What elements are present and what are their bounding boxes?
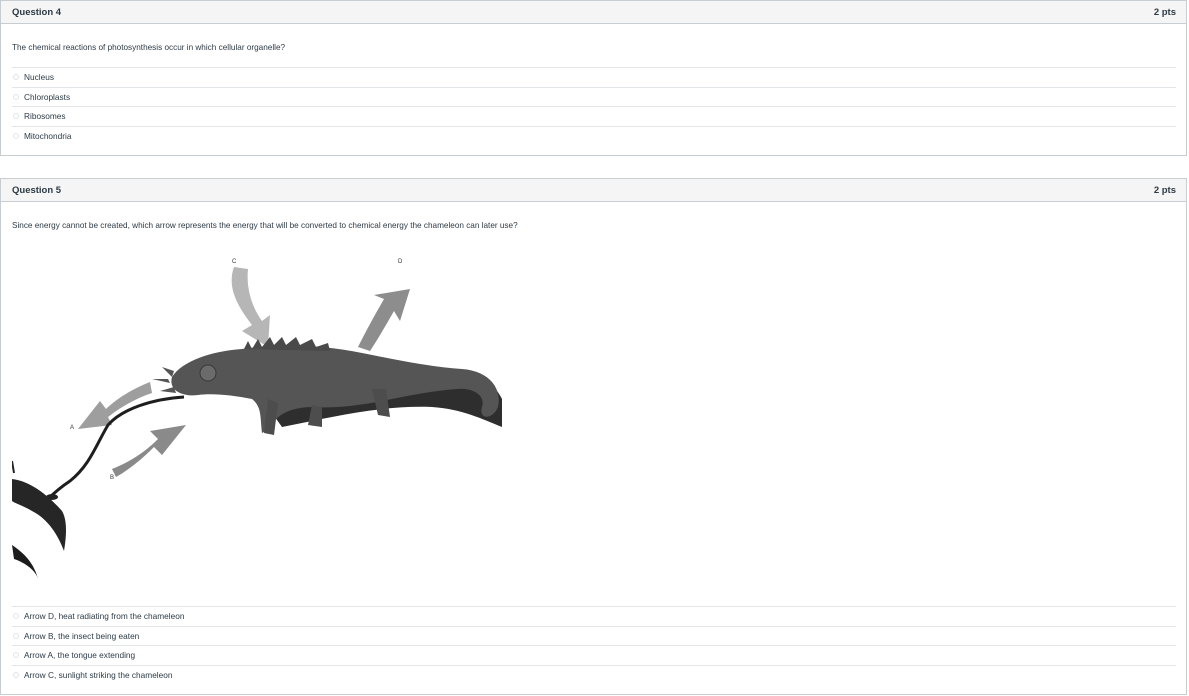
answer-option-arrow-a[interactable]: Arrow A, the tongue extending xyxy=(12,645,1176,665)
answer-label: Mitochondria xyxy=(24,130,72,141)
answer-label: Nucleus xyxy=(24,72,54,83)
arrow-b-icon xyxy=(112,425,186,477)
answer-option-nucleus[interactable]: Nucleus xyxy=(12,67,1176,87)
chameleon-eye xyxy=(199,364,217,382)
radio-button[interactable] xyxy=(13,632,19,639)
answer-label: Arrow D, heat radiating from the chamele… xyxy=(24,611,185,622)
answer-option-arrow-d[interactable]: Arrow D, heat radiating from the chamele… xyxy=(12,606,1176,626)
chameleon-body xyxy=(171,345,499,433)
question-points: 2 pts xyxy=(1153,184,1176,196)
question-text: Since energy cannot be created, which ar… xyxy=(12,221,518,230)
answer-label: Ribosomes xyxy=(24,111,66,122)
question-header: Question 4 2 pts xyxy=(1,1,1186,24)
chameleon-energy-figure: C D A B xyxy=(11,249,512,599)
radio-button[interactable] xyxy=(13,132,19,139)
leaf-shape xyxy=(12,545,38,579)
answer-option-arrow-c[interactable]: Arrow C, sunlight striking the chameleon xyxy=(12,664,1176,685)
answer-label: Arrow B, the insect being eaten xyxy=(24,630,140,641)
answer-list: Arrow D, heat radiating from the chamele… xyxy=(12,606,1176,684)
question-title: Question 4 xyxy=(12,6,62,18)
question-5-card: Question 5 2 pts Since energy cannot be … xyxy=(0,178,1187,695)
radio-button[interactable] xyxy=(13,93,19,100)
radio-button[interactable] xyxy=(13,671,19,678)
radio-button[interactable] xyxy=(13,613,19,620)
answer-label: Arrow A, the tongue extending xyxy=(24,650,136,661)
arrow-d-icon xyxy=(358,289,410,351)
answer-list: Nucleus Chloroplasts Ribosomes Mitochond… xyxy=(12,67,1176,145)
label-a: A xyxy=(70,425,74,431)
question-points: 2 pts xyxy=(1153,6,1176,18)
question-text: The chemical reactions of photosynthesis… xyxy=(12,43,286,52)
answer-option-arrow-b[interactable]: Arrow B, the insect being eaten xyxy=(12,625,1176,646)
radio-button[interactable] xyxy=(13,113,19,120)
answer-option-ribosomes[interactable]: Ribosomes xyxy=(12,106,1176,126)
answer-option-chloroplasts[interactable]: Chloroplasts xyxy=(12,86,1176,107)
answer-option-mitochondria[interactable]: Mitochondria xyxy=(12,125,1176,146)
answer-label: Chloroplasts xyxy=(24,91,71,102)
question-4-card: Question 4 2 pts The chemical reactions … xyxy=(0,0,1187,156)
label-d: D xyxy=(398,259,403,265)
chameleon-illustration: C D A B xyxy=(11,259,502,579)
label-c: C xyxy=(232,259,237,265)
question-title: Question 5 xyxy=(12,184,62,196)
answer-label: Arrow C, sunlight striking the chameleon xyxy=(24,669,173,680)
radio-button[interactable] xyxy=(13,652,19,659)
label-b: B xyxy=(110,475,114,481)
radio-button[interactable] xyxy=(13,74,19,81)
question-header: Question 5 2 pts xyxy=(1,179,1186,202)
leaf-stem xyxy=(11,460,15,474)
arrow-c-icon xyxy=(231,267,270,347)
